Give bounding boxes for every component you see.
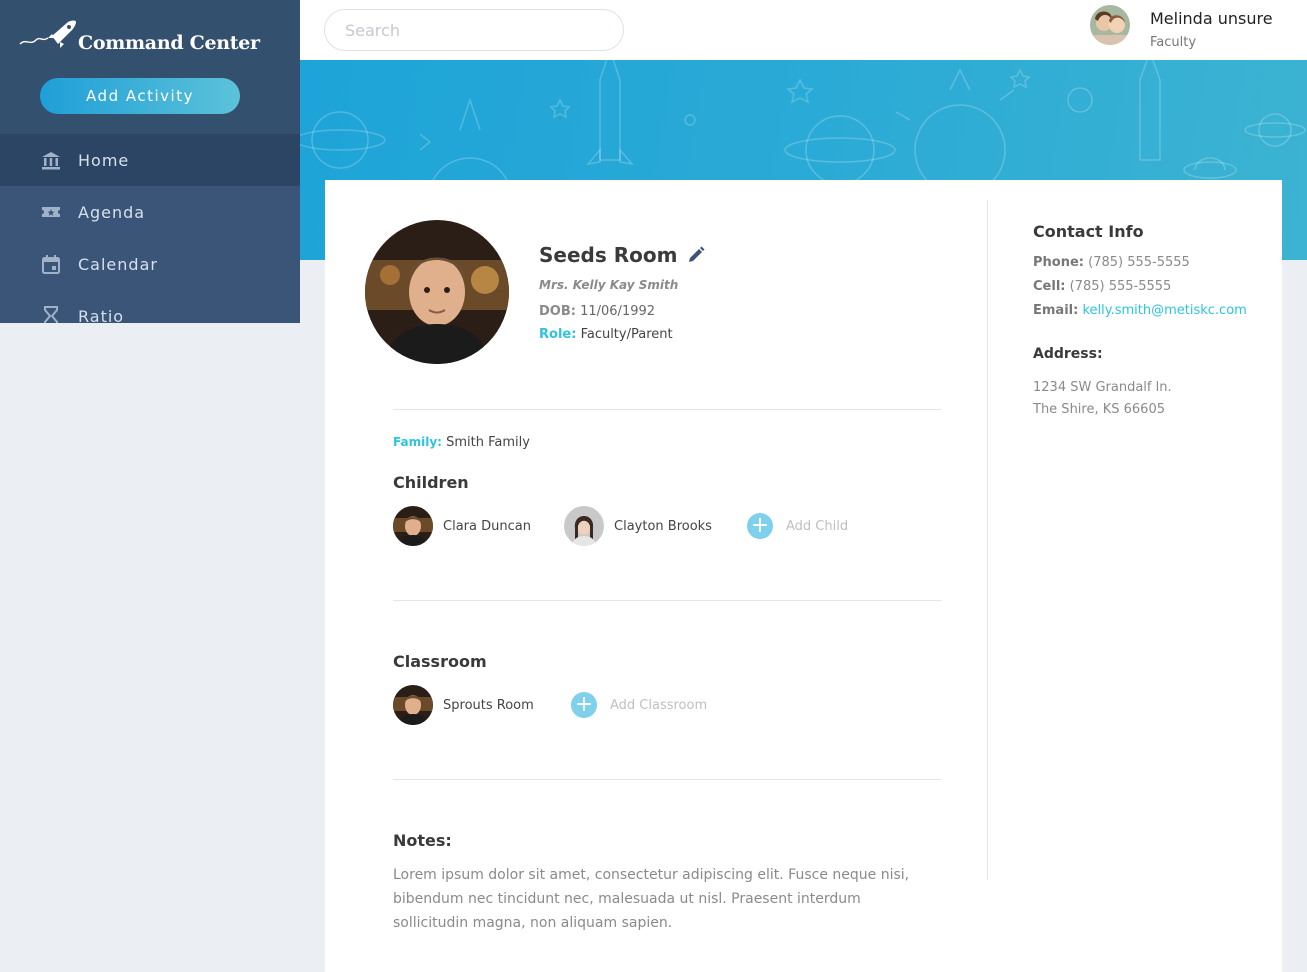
- brand-area: Command Center Add Activity: [0, 0, 300, 134]
- family-value: Smith Family: [446, 435, 530, 450]
- child-chip[interactable]: Clayton Brooks: [564, 506, 712, 546]
- role-label: Role:: [539, 327, 577, 342]
- address-title: Address:: [1033, 346, 1103, 362]
- notes-title: Notes:: [393, 831, 452, 850]
- phone-value: (785) 555-5555: [1088, 255, 1190, 270]
- classroom-title: Classroom: [393, 652, 487, 671]
- avatar: [393, 685, 433, 725]
- divider: [393, 600, 942, 601]
- room-name: Seeds Room: [539, 243, 678, 267]
- dob-label: DOB:: [539, 304, 576, 319]
- plus-icon: +: [571, 692, 597, 718]
- bank-icon: [40, 149, 62, 171]
- child-name: Clayton Brooks: [614, 518, 712, 534]
- plus-icon: +: [747, 513, 773, 539]
- add-classroom-label: Add Classroom: [610, 697, 708, 713]
- sidebar-item-calendar[interactable]: Calendar: [0, 238, 300, 290]
- pencil-edit-icon[interactable]: [687, 245, 705, 263]
- avatar: [393, 506, 433, 546]
- sidebar-item-label: Agenda: [78, 202, 146, 222]
- user-role: Faculty: [1150, 35, 1197, 50]
- classroom-name: Sprouts Room: [443, 697, 534, 713]
- user-avatar[interactable]: [1090, 5, 1130, 45]
- divider: [393, 779, 942, 780]
- email-link[interactable]: kelly.smith@metiskc.com: [1082, 303, 1246, 318]
- sidebar-item-agenda[interactable]: Agenda: [0, 186, 300, 238]
- divider: [393, 409, 942, 410]
- sidebar-item-label: Home: [78, 150, 130, 170]
- rocket-logo-icon: [19, 20, 76, 48]
- contact-email: Email: kelly.smith@metiskc.com: [1033, 303, 1247, 318]
- profile-card: Seeds Room Mrs. Kelly Kay Smith DOB: 11/…: [325, 180, 1282, 972]
- hourglass-icon: [40, 305, 62, 323]
- dob-value: 11/06/1992: [580, 304, 656, 319]
- profile-photo: [365, 220, 509, 364]
- column-divider: [987, 200, 988, 880]
- child-chip[interactable]: Clara Duncan: [393, 506, 531, 546]
- add-activity-button[interactable]: Add Activity: [40, 78, 240, 114]
- children-title: Children: [393, 473, 469, 492]
- sidebar-item-label: Calendar: [78, 254, 158, 274]
- add-classroom-button[interactable]: + Add Classroom: [571, 692, 707, 718]
- cell-value: (785) 555-5555: [1069, 279, 1172, 294]
- phone-label: Phone:: [1033, 255, 1084, 270]
- role: Role: Faculty/Parent: [539, 327, 673, 342]
- add-child-button[interactable]: + Add Child: [747, 513, 848, 539]
- dob: DOB: 11/06/1992: [539, 304, 655, 319]
- role-value: Faculty/Parent: [580, 327, 673, 342]
- sidebar: Command Center Add Activity Home Agenda …: [0, 0, 300, 323]
- family-label: Family:: [393, 435, 442, 449]
- user-name: Melinda unsure: [1150, 9, 1273, 28]
- sidebar-item-ratio[interactable]: Ratio: [0, 290, 300, 323]
- classroom-chip[interactable]: Sprouts Room: [393, 685, 534, 725]
- notes-text: Lorem ipsum dolor sit amet, consectetur …: [393, 867, 910, 931]
- cell-label: Cell:: [1033, 279, 1066, 294]
- avatar: [564, 506, 604, 546]
- sidebar-item-home[interactable]: Home: [0, 134, 300, 186]
- address-line-2: The Shire, KS 66605: [1033, 402, 1165, 417]
- top-bar: Melinda unsure Faculty: [300, 0, 1307, 60]
- add-child-label: Add Child: [786, 518, 849, 534]
- contact-info-title: Contact Info: [1033, 222, 1144, 241]
- address-line-1: 1234 SW Grandalf ln.: [1033, 380, 1172, 395]
- ticket-icon: [40, 201, 62, 223]
- child-name: Clara Duncan: [443, 518, 531, 534]
- email-label: Email:: [1033, 303, 1079, 318]
- family: Family: Smith Family: [393, 435, 530, 450]
- person-name: Mrs. Kelly Kay Smith: [539, 278, 679, 292]
- contact-phone: Phone: (785) 555-5555: [1033, 255, 1190, 270]
- app-title: Command Center: [78, 32, 260, 54]
- contact-cell: Cell: (785) 555-5555: [1033, 279, 1171, 294]
- search-input[interactable]: [324, 9, 624, 51]
- calendar-icon: [40, 253, 62, 275]
- sidebar-item-label: Ratio: [78, 306, 125, 324]
